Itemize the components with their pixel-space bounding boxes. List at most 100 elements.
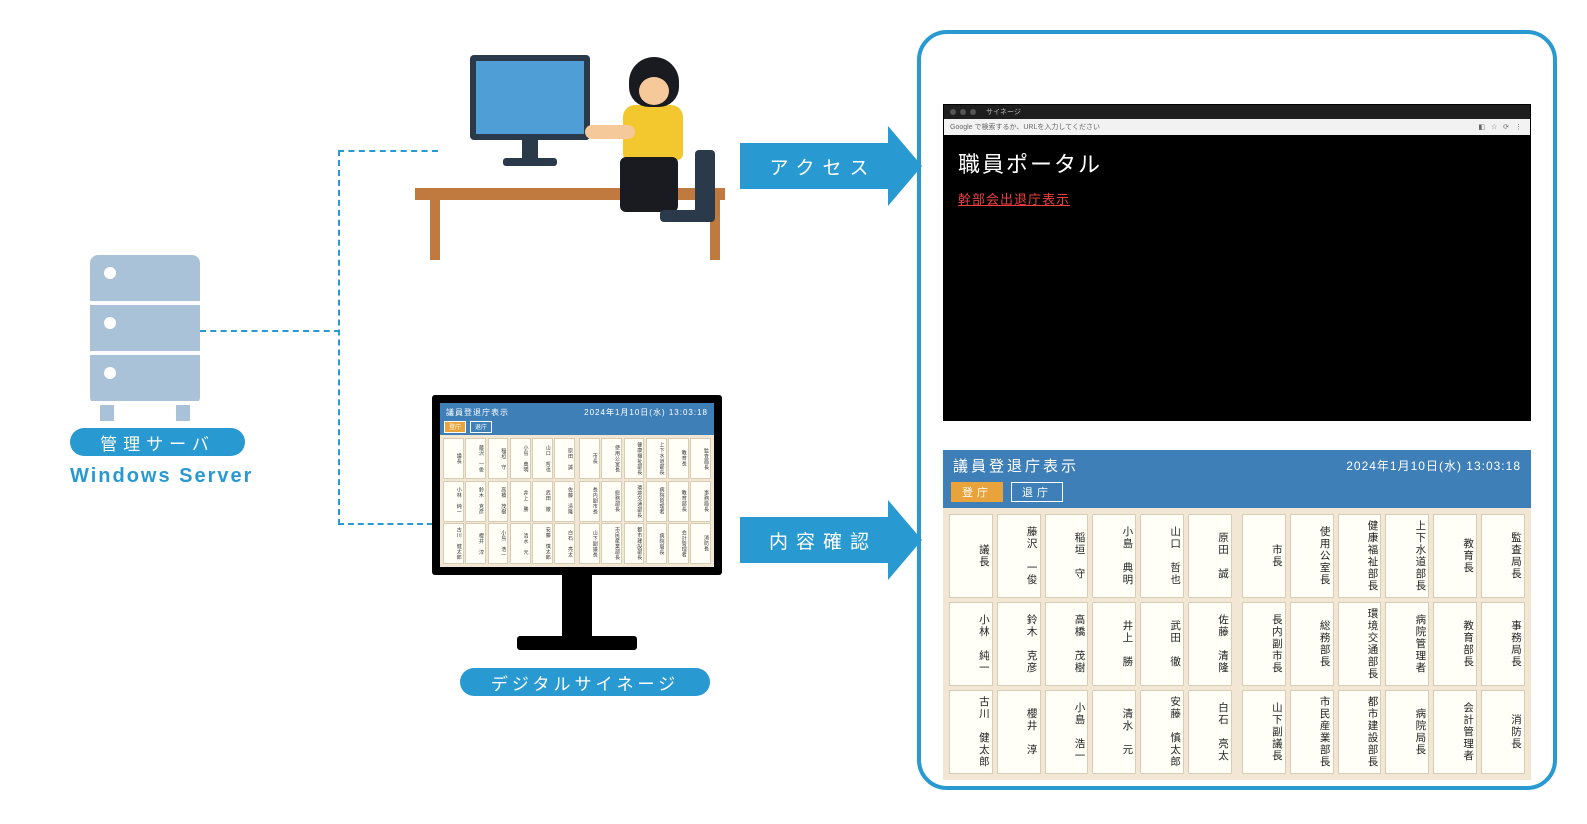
name-cell: 市長 xyxy=(579,438,600,479)
btn-in[interactable]: 登庁 xyxy=(951,482,1003,502)
name-cell: 上下水道部長 xyxy=(646,438,667,479)
name-cell: 会計管理者 xyxy=(1433,690,1477,774)
name-cell: 古川 健太郎 xyxy=(443,523,464,564)
name-cell: 山下副議長 xyxy=(579,523,600,564)
name-cell: 病院局長 xyxy=(646,523,667,564)
name-cell: 稲垣 守 xyxy=(1045,514,1089,598)
name-cell: 藤沢 一俊 xyxy=(997,514,1041,598)
name-cell: 白石 亮太 xyxy=(554,523,575,564)
name-cell: 井上 勝 xyxy=(1092,602,1136,686)
tablet-frame: サイネージ Google で検索するか、URLを入力してください ◧ ☆ ⟳ ⋮… xyxy=(917,30,1557,790)
name-cell: 山口 哲也 xyxy=(1140,514,1184,598)
browser-toolbar-icons: ◧ ☆ ⟳ ⋮ xyxy=(1478,123,1524,131)
portal-link[interactable]: 幹部会出退庁表示 xyxy=(958,192,1070,207)
name-cell: 櫻井 淳 xyxy=(465,523,486,564)
name-cell: 長内副市長 xyxy=(579,481,600,522)
name-cell: 小島 典明 xyxy=(1092,514,1136,598)
browser-window: サイネージ Google で検索するか、URLを入力してください ◧ ☆ ⟳ ⋮… xyxy=(943,104,1531,421)
name-cell: 井上 勝 xyxy=(510,481,531,522)
name-cell: 武田 徹 xyxy=(532,481,553,522)
server-subtitle: Windows Server xyxy=(70,465,253,488)
name-cell: 古川 健太郎 xyxy=(949,690,993,774)
connector-line xyxy=(200,330,340,332)
portal-title: 職員ポータル xyxy=(958,147,1530,179)
name-cell: 清水 元 xyxy=(1092,690,1136,774)
name-cell: 病院管理者 xyxy=(646,481,667,522)
name-cell: 小島 浩一 xyxy=(1045,690,1089,774)
name-cell: 稲垣 守 xyxy=(488,438,509,479)
name-cell: 小島 浩一 xyxy=(488,523,509,564)
address-bar-hint: Google で検索するか、URLを入力してください xyxy=(950,122,1100,132)
name-cell: 武田 徹 xyxy=(1140,602,1184,686)
mini-btn-in: 登庁 xyxy=(444,421,466,433)
name-cell: 病院局長 xyxy=(1385,690,1429,774)
signage-label: デジタルサイネージ xyxy=(460,668,710,696)
btn-out[interactable]: 退庁 xyxy=(1011,482,1063,502)
name-cell: 小林 純一 xyxy=(443,481,464,522)
name-cell: 総務部長 xyxy=(1290,602,1334,686)
access-arrow-label: アクセス xyxy=(740,143,888,189)
name-cell: 鈴木 克彦 xyxy=(997,602,1041,686)
name-cell: 消防長 xyxy=(690,523,711,564)
name-cell: 佐藤 清隆 xyxy=(1188,602,1232,686)
name-cell: 山下副議長 xyxy=(1242,690,1286,774)
name-cell: 事務局長 xyxy=(1481,602,1525,686)
name-cell: 白石 亮太 xyxy=(1188,690,1232,774)
name-cell: 使用公室長 xyxy=(1290,514,1334,598)
workstation-illustration xyxy=(435,45,715,260)
name-cell: 教育部長 xyxy=(668,481,689,522)
name-cell: 事務局長 xyxy=(690,481,711,522)
board-title: 議員登退庁表示 xyxy=(953,455,1079,476)
name-cell: 上下水道部長 xyxy=(1385,514,1429,598)
name-cell: 環境交通部長 xyxy=(1338,602,1382,686)
connector-line xyxy=(338,150,438,152)
name-cell: 健康福祉部長 xyxy=(1338,514,1382,598)
mini-btn-out: 退庁 xyxy=(470,421,492,433)
name-cell: 監査局長 xyxy=(690,438,711,479)
connector-line xyxy=(338,150,340,525)
confirm-arrow-label: 内容確認 xyxy=(740,517,888,563)
name-cell: 病院管理者 xyxy=(1385,602,1429,686)
name-cell: 都市建設部長 xyxy=(1338,690,1382,774)
name-cell: 会計管理者 xyxy=(668,523,689,564)
name-cell: 原田 誠 xyxy=(554,438,575,479)
name-cell: 健康福祉部長 xyxy=(624,438,645,479)
server-icon xyxy=(90,255,200,405)
name-cell: 市民産業部長 xyxy=(601,523,622,564)
name-cell: 議長 xyxy=(949,514,993,598)
name-cell: 長内副市長 xyxy=(1242,602,1286,686)
name-cell: 安藤 慎太郎 xyxy=(532,523,553,564)
name-cell: 高橋 茂樹 xyxy=(1045,602,1089,686)
name-cell: 山口 哲也 xyxy=(532,438,553,479)
mini-board-title: 議員登退庁表示 xyxy=(446,407,509,418)
name-cell: 議長 xyxy=(443,438,464,479)
name-cell: 監査局長 xyxy=(1481,514,1525,598)
name-cell: 市長 xyxy=(1242,514,1286,598)
name-cell: 環境交通部長 xyxy=(624,481,645,522)
server-label: 管理サーバ xyxy=(70,428,245,456)
name-cell: 教育長 xyxy=(1433,514,1477,598)
name-cell: 消防長 xyxy=(1481,690,1525,774)
name-cell: 高橋 茂樹 xyxy=(488,481,509,522)
name-cell: 使用公室長 xyxy=(601,438,622,479)
browser-tab-label: サイネージ xyxy=(986,107,1021,117)
name-cell: 教育長 xyxy=(668,438,689,479)
name-cell: 総務部長 xyxy=(601,481,622,522)
board-datetime: 2024年1月10日(水) 13:03:18 xyxy=(1346,457,1521,474)
name-cell: 鈴木 克彦 xyxy=(465,481,486,522)
name-cell: 市民産業部長 xyxy=(1290,690,1334,774)
mini-board-datetime: 2024年1月10日(水) 13:03:18 xyxy=(584,407,708,418)
access-arrow: アクセス xyxy=(740,126,922,206)
name-cell: 都市建設部長 xyxy=(624,523,645,564)
name-cell: 清水 元 xyxy=(510,523,531,564)
name-cell: 小林 純一 xyxy=(949,602,993,686)
name-cell: 原田 誠 xyxy=(1188,514,1232,598)
name-cell: 佐藤 清隆 xyxy=(554,481,575,522)
name-cell: 櫻井 淳 xyxy=(997,690,1041,774)
name-cell: 藤沢 一俊 xyxy=(465,438,486,479)
name-cell: 教育部長 xyxy=(1433,602,1477,686)
signage-monitor: 議員登退庁表示 2024年1月10日(水) 13:03:18 登庁 退庁 議長藤… xyxy=(432,395,722,650)
attendance-board: 議員登退庁表示 2024年1月10日(水) 13:03:18 登庁 退庁 議長藤… xyxy=(943,450,1531,780)
name-cell: 安藤 慎太郎 xyxy=(1140,690,1184,774)
confirm-arrow: 内容確認 xyxy=(740,500,922,580)
